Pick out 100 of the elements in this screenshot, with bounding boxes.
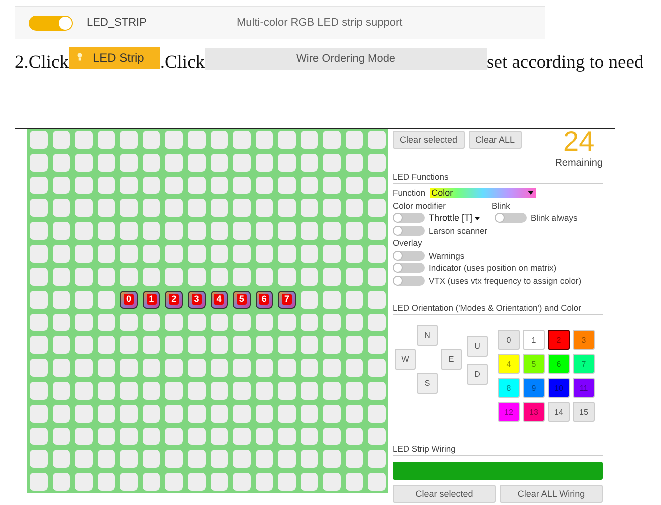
led[interactable]: 3 [188,290,206,308]
grid-cell[interactable] [188,359,206,377]
function-select[interactable]: Color [430,188,536,198]
grid-cell[interactable] [142,131,160,149]
led[interactable]: 6 [256,290,274,308]
grid-cell[interactable] [300,336,318,354]
grid-cell[interactable] [165,450,183,468]
grid-cell[interactable] [278,268,296,286]
grid-cell[interactable] [98,314,116,332]
grid-cell[interactable] [120,131,138,149]
grid-cell[interactable] [30,222,48,240]
grid-cell[interactable] [142,314,160,332]
grid-cell[interactable] [300,222,318,240]
color-swatch[interactable]: 13 [523,402,545,422]
grid-cell[interactable] [120,314,138,332]
grid-cell[interactable] [30,154,48,172]
grid-cell[interactable] [52,154,70,172]
grid-cell[interactable] [278,336,296,354]
grid-cell[interactable] [278,154,296,172]
grid-cell[interactable] [120,428,138,446]
grid-cell[interactable] [120,176,138,194]
grid-cell[interactable] [278,222,296,240]
led[interactable]: 0 [120,290,138,308]
grid-cell[interactable] [165,245,183,263]
grid-cell[interactable] [256,382,274,400]
grid-cell[interactable] [75,450,93,468]
grid-cell[interactable] [323,473,341,491]
grid-cell[interactable] [233,176,251,194]
grid-cell[interactable] [165,314,183,332]
grid-cell[interactable] [233,404,251,423]
grid-cell[interactable] [75,176,93,194]
grid-cell[interactable] [188,382,206,400]
direction-button[interactable]: S [417,373,438,394]
grid-cell[interactable] [256,131,274,149]
grid-cell[interactable] [368,404,386,423]
led-strip-tab[interactable]: LED Strip [68,47,160,69]
grid-cell[interactable] [188,176,206,194]
grid-cell[interactable] [98,450,116,468]
grid-cell[interactable] [300,473,318,491]
grid-cell[interactable] [256,450,274,468]
grid-cell[interactable] [346,131,364,149]
grid-cell[interactable] [52,314,70,332]
grid-cell[interactable] [52,176,70,194]
grid-cell[interactable] [368,131,386,149]
grid-cell[interactable] [233,268,251,286]
grid-cell[interactable] [323,336,341,354]
grid-cell[interactable] [188,428,206,446]
grid-cell[interactable] [120,473,138,491]
grid-cell[interactable] [75,404,93,423]
grid-cell[interactable] [75,154,93,172]
grid-cell[interactable] [368,359,386,377]
grid-cell[interactable] [323,268,341,286]
grid-cell[interactable] [98,428,116,446]
grid-cell[interactable] [256,359,274,377]
overlay-toggle[interactable] [393,250,425,261]
grid-cell[interactable] [368,199,386,218]
grid-cell[interactable] [98,199,116,218]
grid-cell[interactable] [300,290,318,308]
grid-cell[interactable] [278,450,296,468]
grid-cell[interactable] [368,450,386,468]
grid-cell[interactable] [368,473,386,491]
grid-cell[interactable] [368,176,386,194]
grid-cell[interactable] [210,382,228,400]
color-swatch[interactable]: 7 [573,354,595,374]
grid-cell[interactable] [165,382,183,400]
grid-cell[interactable] [233,245,251,263]
grid-cell[interactable] [323,404,341,423]
grid-cell[interactable] [278,245,296,263]
grid-cell[interactable] [346,154,364,172]
wire-ordering-button[interactable]: Wire Ordering Mode [205,48,488,70]
grid-cell[interactable] [233,336,251,354]
grid-cell[interactable] [233,382,251,400]
grid-cell[interactable] [52,382,70,400]
grid-cell[interactable] [188,131,206,149]
grid-cell[interactable] [75,199,93,218]
blink-toggle[interactable] [495,213,527,224]
grid-cell[interactable] [188,336,206,354]
grid-cell[interactable] [346,314,364,332]
feature-toggle[interactable] [29,16,73,30]
color-swatch[interactable]: 9 [523,378,545,398]
grid-cell[interactable] [98,290,116,308]
grid-cell[interactable] [75,428,93,446]
grid-cell[interactable] [368,428,386,446]
grid-cell[interactable] [210,450,228,468]
grid-cell[interactable] [368,222,386,240]
grid-cell[interactable] [233,473,251,491]
grid-cell[interactable] [30,473,48,491]
grid-cell[interactable] [233,314,251,332]
led[interactable]: 4 [210,290,228,308]
grid-cell[interactable] [233,131,251,149]
grid-cell[interactable] [52,336,70,354]
grid-cell[interactable] [52,428,70,446]
grid-cell[interactable] [98,359,116,377]
grid-cell[interactable] [52,199,70,218]
grid-cell[interactable] [368,245,386,263]
grid-cell[interactable] [98,473,116,491]
grid-cell[interactable] [165,359,183,377]
grid-cell[interactable] [256,222,274,240]
grid-cell[interactable] [75,336,93,354]
grid-cell[interactable] [300,131,318,149]
